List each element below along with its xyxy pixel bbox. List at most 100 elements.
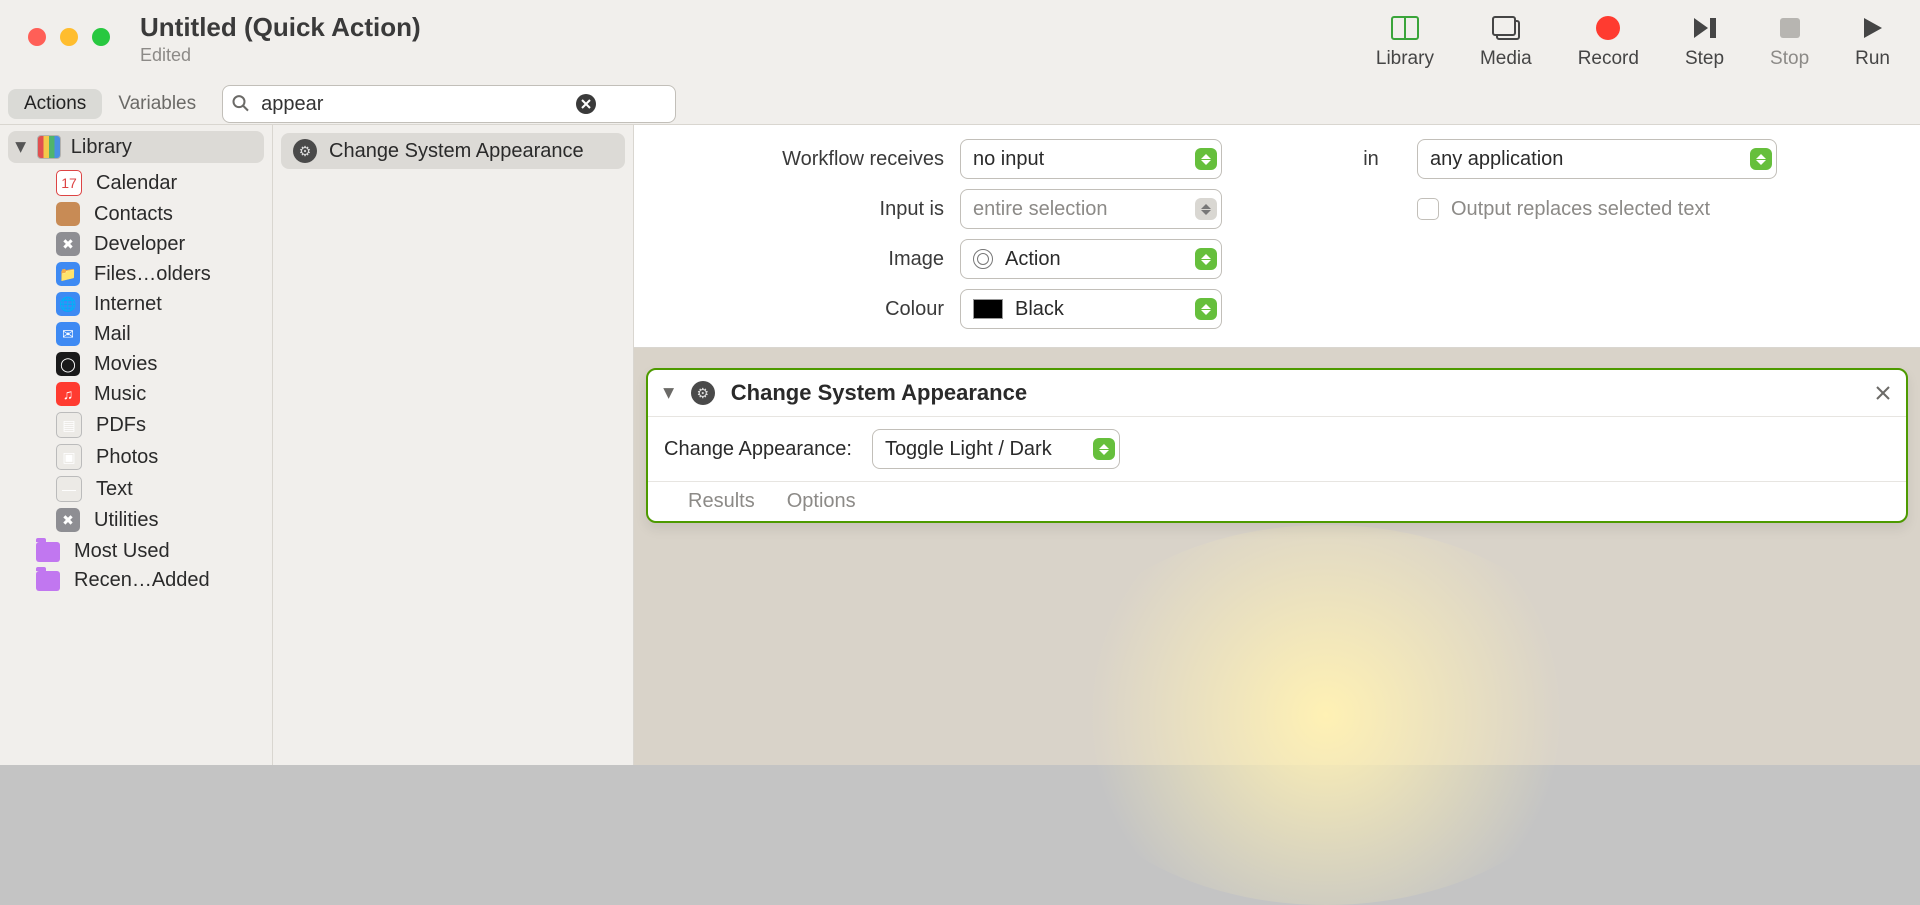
zoom-window-button[interactable]	[92, 28, 110, 46]
sidebar-category-item[interactable]: 📁Files…olders	[56, 259, 264, 289]
in-label: in	[1363, 148, 1379, 171]
toolbar: Library Media Record Step	[1376, 0, 1920, 70]
action-image-icon	[973, 249, 993, 269]
gear-icon	[293, 139, 317, 163]
smart-folder-icon	[36, 571, 60, 591]
chevron-down-icon: ▶	[13, 142, 30, 153]
sidebar-category-item[interactable]: ▤ PDFs	[56, 409, 264, 441]
sidebar-folder-item[interactable]: Recen…Added	[36, 566, 264, 595]
close-step-button[interactable]	[1876, 386, 1890, 400]
library-button[interactable]: Library	[1376, 12, 1434, 70]
colour-select[interactable]: Black	[960, 289, 1222, 329]
media-button[interactable]: Media	[1480, 12, 1532, 70]
smart-folder-icon	[36, 542, 60, 562]
receives-select[interactable]: no input	[960, 139, 1222, 179]
canvas-background-glow	[1046, 525, 1606, 905]
category-icon: 17	[56, 170, 82, 196]
category-label: Mail	[94, 323, 131, 346]
sidebar-category-item[interactable]: 🌐 Internet	[56, 289, 264, 319]
library-tab-segment: Actions Variables	[8, 89, 212, 119]
category-icon: ▣	[56, 444, 82, 470]
run-label: Run	[1855, 48, 1890, 70]
sidebar-category-item[interactable]: Contacts	[56, 199, 264, 229]
sidebar-category-item[interactable]: ♫Music	[56, 379, 264, 409]
change-appearance-select[interactable]: Toggle Light / Dark	[872, 429, 1120, 469]
receives-label: Workflow receives	[782, 148, 944, 171]
receives-value: no input	[973, 148, 1044, 171]
library-root[interactable]: ▶ Library	[8, 131, 264, 163]
category-icon	[56, 202, 80, 226]
tab-variables[interactable]: Variables	[102, 89, 212, 119]
category-label: Text	[96, 478, 133, 501]
input-is-select: entire selection	[960, 189, 1222, 229]
dropdown-icon	[1195, 248, 1217, 270]
category-icon: 📁	[56, 262, 80, 286]
category-icon: ◯	[56, 352, 80, 376]
search-input[interactable]	[222, 85, 676, 123]
sidebar-category-item[interactable]: ▣Photos	[56, 441, 264, 473]
category-icon: ✉	[56, 322, 80, 346]
record-button[interactable]: Record	[1578, 12, 1639, 70]
stop-icon	[1779, 12, 1801, 44]
image-value: Action	[1005, 248, 1061, 271]
step-param-label: Change Appearance:	[664, 438, 852, 461]
action-list-item[interactable]: Change System Appearance	[281, 133, 625, 169]
step-title: Change System Appearance	[731, 380, 1860, 406]
library-icon	[37, 135, 61, 159]
sidebar-category-item[interactable]: — Text	[56, 473, 264, 505]
library-subbar: Actions Variables	[0, 84, 1920, 125]
sidebar-category-item[interactable]: ✖ Developer	[56, 229, 264, 259]
dropdown-icon	[1093, 438, 1115, 460]
run-button[interactable]: Run	[1855, 12, 1890, 70]
step-options-tab[interactable]: Options	[787, 490, 856, 513]
step-footer: Results Options	[648, 482, 1906, 521]
category-icon: 🌐	[56, 292, 80, 316]
library-sidebar: ▶ Library 17Calendar Contacts ✖ Developer 📁F…	[0, 125, 273, 765]
category-label: Internet	[94, 293, 162, 316]
category-icon: ✖	[56, 508, 80, 532]
category-icon: ✖	[56, 232, 80, 256]
workflow-step[interactable]: ▶ Change System Appearance Change Appear…	[646, 368, 1908, 523]
step-results-tab[interactable]: Results	[688, 490, 755, 513]
sidebar-category-item[interactable]: ✉ Mail	[56, 319, 264, 349]
search-icon	[232, 95, 250, 113]
step-header[interactable]: ▶ Change System Appearance	[648, 370, 1906, 417]
input-is-value: entire selection	[973, 198, 1108, 221]
sidebar-category-item[interactable]: ◯Movies	[56, 349, 264, 379]
in-application-select[interactable]: any application	[1417, 139, 1777, 179]
play-icon	[1862, 12, 1884, 44]
workflow-canvas[interactable]: ▶ Change System Appearance Change Appear…	[634, 348, 1920, 765]
sidebar-folder-item[interactable]: Most Used	[36, 537, 264, 566]
category-label: Developer	[94, 233, 185, 256]
clear-search-button[interactable]	[576, 94, 596, 114]
window-traffic-lights	[0, 0, 110, 46]
minimize-window-button[interactable]	[60, 28, 78, 46]
record-icon	[1595, 12, 1621, 44]
step-param-value: Toggle Light / Dark	[885, 438, 1052, 461]
automator-window: Untitled (Quick Action) Edited Library M…	[0, 0, 1920, 765]
photo-stack-icon	[1491, 12, 1521, 44]
chevron-down-icon: ▶	[661, 388, 678, 399]
library-label: Library	[1376, 48, 1434, 70]
step-body: Change Appearance: Toggle Light / Dark	[648, 417, 1906, 482]
sidebar-category-item[interactable]: 17Calendar	[56, 167, 264, 199]
sidebar-category-item[interactable]: ✖Utilities	[56, 505, 264, 535]
category-label: PDFs	[96, 414, 146, 437]
stop-label: Stop	[1770, 48, 1809, 70]
step-button[interactable]: Step	[1685, 12, 1724, 70]
action-results: Change System Appearance	[273, 125, 634, 765]
input-is-label: Input is	[880, 198, 944, 221]
image-select[interactable]: Action	[960, 239, 1222, 279]
category-icon: ♫	[56, 382, 80, 406]
title-block: Untitled (Quick Action) Edited	[110, 0, 421, 66]
category-icon: ▤	[56, 412, 82, 438]
category-label: Contacts	[94, 203, 173, 226]
window-subtitle: Edited	[140, 45, 421, 66]
tab-actions[interactable]: Actions	[8, 89, 102, 119]
output-replaces-checkbox	[1417, 198, 1439, 220]
output-replaces-label: Output replaces selected text	[1451, 198, 1710, 221]
smart-folder-list: Most UsedRecen…Added	[8, 537, 264, 595]
record-label: Record	[1578, 48, 1639, 70]
category-icon: —	[56, 476, 82, 502]
close-window-button[interactable]	[28, 28, 46, 46]
